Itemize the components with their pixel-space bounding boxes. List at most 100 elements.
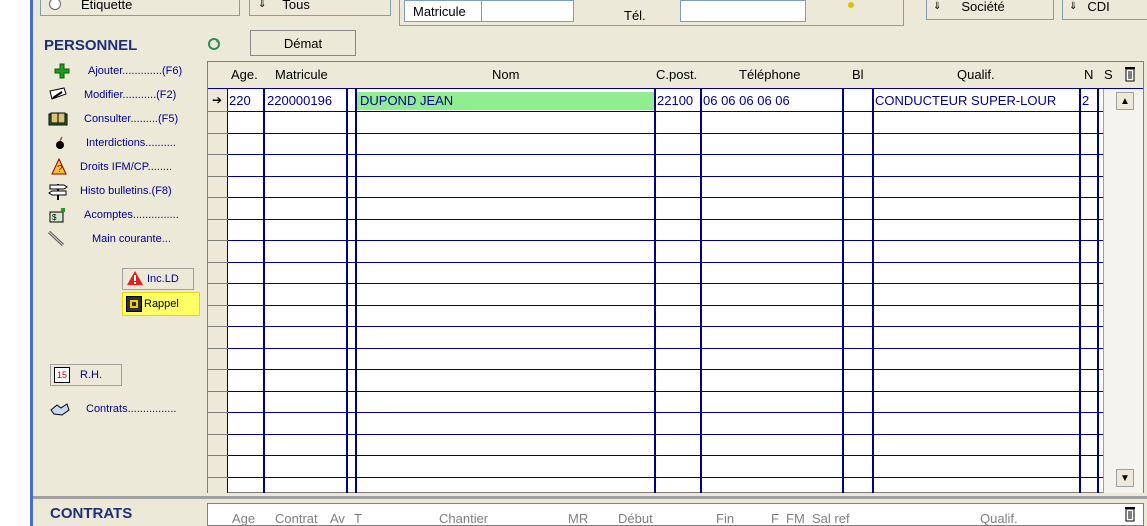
cell-age[interactable]: 220 bbox=[229, 93, 261, 108]
grid-row-line bbox=[228, 347, 1103, 349]
column-header-age[interactable]: Age bbox=[232, 511, 255, 526]
menu-acomptes[interactable]: $ Acomptes............... bbox=[48, 206, 179, 224]
column-header-mr[interactable]: MR bbox=[568, 511, 588, 526]
rh-button[interactable]: 15 R.H. bbox=[50, 364, 122, 386]
column-header-matricule[interactable]: Matricule bbox=[275, 67, 328, 82]
row-indicator-column: ➔ bbox=[208, 89, 228, 493]
column-header-qualif[interactable]: Qualif. bbox=[980, 511, 1018, 526]
col-sep bbox=[872, 89, 874, 493]
column-header-av[interactable]: Av bbox=[330, 511, 345, 526]
edit-icon bbox=[48, 86, 68, 104]
column-header-fm[interactable]: FM bbox=[786, 511, 805, 526]
column-header-telephone[interactable]: Téléphone bbox=[739, 67, 800, 82]
grid-row-line bbox=[228, 412, 1103, 413]
column-header-n[interactable]: N bbox=[1084, 67, 1093, 82]
signpost-icon bbox=[48, 182, 68, 200]
column-header-t[interactable]: T bbox=[354, 511, 362, 526]
trash-icon[interactable] bbox=[1124, 506, 1136, 526]
cell-telephone[interactable]: 06 06 06 06 06 bbox=[703, 93, 841, 108]
matricule-input[interactable] bbox=[482, 0, 574, 22]
tous-select[interactable]: ⇓ Tous bbox=[249, 0, 391, 16]
calendar-icon: 15 bbox=[54, 367, 70, 383]
menu-modifier[interactable]: Modifier...........(F2) bbox=[48, 86, 176, 104]
column-header-f[interactable]: F bbox=[771, 511, 779, 526]
menu-droits-ifm-cp[interactable]: ? Droits IFM/CP........ bbox=[50, 158, 172, 176]
column-header-sal-ref[interactable]: Sal ref bbox=[812, 511, 850, 526]
column-header-contrat[interactable]: Contrat bbox=[275, 511, 318, 526]
trash-icon[interactable] bbox=[1124, 66, 1136, 87]
grid-row-line bbox=[228, 111, 1103, 112]
menu-consulter[interactable]: Consulter.........(F5) bbox=[48, 110, 178, 128]
scroll-up-button[interactable]: ▲ bbox=[1116, 92, 1134, 110]
row-indicator-line bbox=[208, 175, 228, 177]
contrats-title: CONTRATS bbox=[50, 505, 133, 522]
handshake-icon bbox=[50, 400, 70, 418]
etiquette-button[interactable]: Etiquette bbox=[40, 0, 240, 16]
cdi-select[interactable]: ⇓ CDI bbox=[1062, 0, 1147, 20]
row-indicator-line bbox=[208, 390, 228, 392]
col-sep bbox=[654, 89, 656, 493]
cell-qualif[interactable]: CONDUCTEUR SUPER-LOUR bbox=[875, 93, 1078, 108]
col-sep bbox=[346, 89, 348, 493]
column-header-age[interactable]: Age. bbox=[231, 67, 258, 82]
rappel-icon bbox=[126, 296, 142, 312]
money-icon: $ bbox=[48, 206, 68, 224]
grid-row-line bbox=[228, 369, 1103, 370]
personnel-title: PERSONNEL bbox=[44, 37, 138, 54]
grid-row-line bbox=[228, 304, 1103, 306]
cdi-label: CDI bbox=[1087, 0, 1110, 14]
row-indicator-line bbox=[208, 304, 228, 306]
personnel-grid[interactable]: Age. Matricule Nom C.post. Téléphone Bl … bbox=[207, 61, 1144, 493]
row-indicator-line bbox=[208, 433, 228, 435]
grid-row-line bbox=[228, 240, 1103, 241]
row-indicator-line bbox=[208, 347, 228, 349]
chevron-down-icon: ⇓ bbox=[933, 0, 942, 12]
refresh-icon[interactable] bbox=[205, 36, 223, 52]
warning-icon bbox=[126, 270, 144, 289]
column-header-qualif[interactable]: Qualif. bbox=[957, 67, 995, 82]
svg-text:$: $ bbox=[52, 213, 57, 222]
row-indicator-line bbox=[208, 283, 228, 284]
menu-contrats[interactable]: Contrats................ bbox=[50, 400, 176, 418]
row-indicator-line bbox=[208, 455, 228, 456]
column-header-bl[interactable]: Bl bbox=[852, 67, 864, 82]
current-row-arrow-icon: ➔ bbox=[212, 93, 223, 107]
column-header-s[interactable]: S bbox=[1104, 67, 1113, 82]
grid-row-line bbox=[228, 154, 1103, 155]
column-header-debut[interactable]: Début bbox=[618, 511, 653, 526]
row-indicator-line bbox=[208, 261, 228, 263]
menu-ajouter[interactable]: Ajouter.............(F6) bbox=[52, 62, 182, 80]
societe-select[interactable]: ⇓ Société bbox=[926, 0, 1054, 20]
menu-histo-bulletins[interactable]: Histo bulletins.(F8) bbox=[48, 182, 172, 200]
menu-interdictions[interactable]: Interdictions.......... bbox=[52, 134, 176, 152]
tel-input[interactable] bbox=[680, 0, 806, 22]
warning-person-icon: ? bbox=[50, 158, 68, 176]
grid-row-line bbox=[228, 283, 1103, 284]
demat-button[interactable]: Démat bbox=[250, 30, 356, 56]
rappel-button[interactable]: Rappel bbox=[122, 292, 200, 316]
grid-row-line bbox=[228, 433, 1103, 435]
row-indicator-line bbox=[208, 218, 228, 220]
contrats-grid[interactable]: Age Contrat Av T Chantier MR Début Fin F… bbox=[207, 503, 1144, 526]
row-indicator-line bbox=[208, 369, 228, 370]
cell-cpost[interactable]: 22100 bbox=[657, 93, 699, 108]
row-indicator-line bbox=[208, 132, 228, 134]
cell-n[interactable]: 2 bbox=[1082, 93, 1096, 108]
scroll-down-button[interactable]: ▼ bbox=[1116, 469, 1134, 487]
column-header-nom[interactable]: Nom bbox=[492, 67, 519, 82]
column-header-chantier[interactable]: Chantier bbox=[439, 511, 488, 526]
grid-row-line bbox=[228, 326, 1103, 327]
grid-row-line bbox=[228, 218, 1103, 220]
societe-label: Société bbox=[961, 0, 1005, 14]
cell-nom[interactable]: DUPOND JEAN bbox=[360, 93, 650, 108]
row-indicator-line bbox=[208, 412, 228, 413]
menu-main-courante[interactable]: Main courante... bbox=[46, 230, 171, 248]
column-header-fin[interactable]: Fin bbox=[716, 511, 734, 526]
inc-ld-button[interactable]: Inc.LD bbox=[122, 268, 194, 290]
chevron-down-icon: ⇓ bbox=[1069, 0, 1078, 12]
vertical-scrollbar[interactable]: ▲ ▼ bbox=[1103, 89, 1143, 493]
column-header-cpost[interactable]: C.post. bbox=[656, 67, 697, 82]
book-icon bbox=[48, 110, 68, 128]
tous-label: Tous bbox=[282, 0, 310, 12]
cell-matricule[interactable]: 220000196 bbox=[267, 93, 345, 108]
